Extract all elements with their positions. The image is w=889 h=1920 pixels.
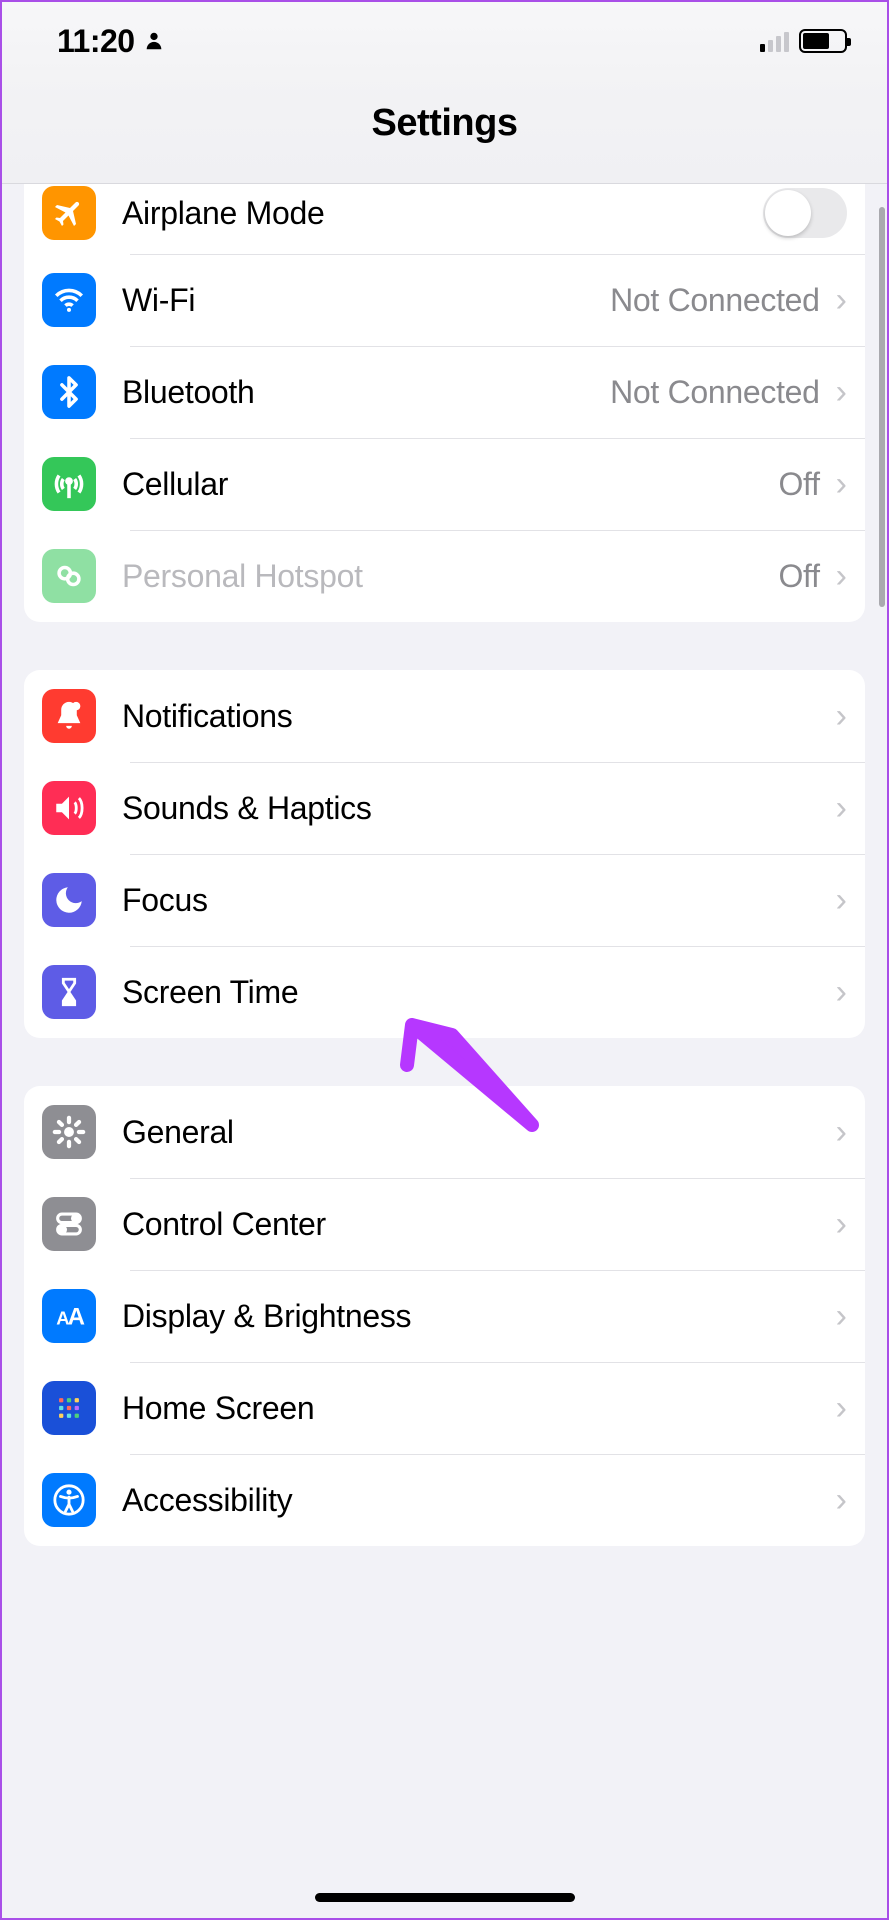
row-display-brightness[interactable]: AA Display & Brightness › (24, 1270, 865, 1362)
group-alerts: Notifications › Sounds & Haptics › Focus… (24, 670, 865, 1038)
group-general: General › Control Center › AA Display & … (24, 1086, 865, 1546)
row-label: Notifications (122, 698, 832, 735)
row-label: Wi-Fi (122, 282, 610, 319)
row-focus[interactable]: Focus › (24, 854, 865, 946)
row-home-screen[interactable]: Home Screen › (24, 1362, 865, 1454)
home-indicator[interactable] (315, 1893, 575, 1902)
page-title: Settings (2, 102, 887, 145)
controlcenter-icon (42, 1197, 96, 1251)
cellular-icon (42, 457, 96, 511)
status-left: 11:20 (57, 23, 165, 60)
chevron-icon: › (836, 789, 847, 828)
chevron-icon: › (836, 1297, 847, 1336)
row-value: Not Connected (610, 374, 820, 411)
row-sounds-haptics[interactable]: Sounds & Haptics › (24, 762, 865, 854)
row-label: Screen Time (122, 974, 832, 1011)
row-label: Sounds & Haptics (122, 790, 832, 827)
status-bar: 11:20 (2, 2, 887, 72)
row-label: Home Screen (122, 1390, 832, 1427)
notifications-icon (42, 689, 96, 743)
row-general[interactable]: General › (24, 1086, 865, 1178)
nav-header: Settings (2, 72, 887, 184)
status-time: 11:20 (57, 23, 135, 60)
scroll-indicator[interactable] (879, 207, 885, 607)
row-label: Display & Brightness (122, 1298, 832, 1335)
row-value: Off (778, 466, 819, 503)
chevron-icon: › (836, 1481, 847, 1520)
bluetooth-icon (42, 365, 96, 419)
row-label: General (122, 1114, 832, 1151)
chevron-icon: › (836, 697, 847, 736)
airplane-icon (42, 186, 96, 240)
row-label: Personal Hotspot (122, 558, 778, 595)
screentime-icon (42, 965, 96, 1019)
row-wifi[interactable]: Wi-Fi Not Connected › (24, 254, 865, 346)
svg-text:A: A (68, 1304, 85, 1331)
chevron-icon: › (836, 465, 847, 504)
signal-icon (760, 30, 789, 52)
row-value: Off (778, 558, 819, 595)
chevron-icon: › (836, 973, 847, 1012)
battery-icon (799, 29, 847, 53)
airplane-toggle[interactable] (763, 188, 847, 238)
row-label: Bluetooth (122, 374, 610, 411)
row-control-center[interactable]: Control Center › (24, 1178, 865, 1270)
chevron-icon: › (836, 557, 847, 596)
sounds-icon (42, 781, 96, 835)
chevron-icon: › (836, 373, 847, 412)
row-label: Control Center (122, 1206, 832, 1243)
chevron-icon: › (836, 281, 847, 320)
chevron-icon: › (836, 1113, 847, 1152)
row-airplane-mode[interactable]: Airplane Mode (24, 184, 865, 254)
row-personal-hotspot[interactable]: Personal Hotspot Off › (24, 530, 865, 622)
settings-content: Airplane Mode Wi-Fi Not Connected › Blue… (2, 184, 887, 1546)
row-cellular[interactable]: Cellular Off › (24, 438, 865, 530)
person-icon (143, 23, 165, 60)
hotspot-icon (42, 549, 96, 603)
row-label: Cellular (122, 466, 778, 503)
row-screen-time[interactable]: Screen Time › (24, 946, 865, 1038)
status-right (760, 29, 847, 53)
wifi-icon (42, 273, 96, 327)
general-icon (42, 1105, 96, 1159)
accessibility-icon (42, 1473, 96, 1527)
row-notifications[interactable]: Notifications › (24, 670, 865, 762)
chevron-icon: › (836, 881, 847, 920)
row-label: Focus (122, 882, 832, 919)
focus-icon (42, 873, 96, 927)
row-label: Accessibility (122, 1482, 832, 1519)
homescreen-icon (42, 1381, 96, 1435)
row-label: Airplane Mode (122, 195, 763, 232)
group-connectivity: Airplane Mode Wi-Fi Not Connected › Blue… (24, 184, 865, 622)
row-value: Not Connected (610, 282, 820, 319)
row-bluetooth[interactable]: Bluetooth Not Connected › (24, 346, 865, 438)
chevron-icon: › (836, 1205, 847, 1244)
chevron-icon: › (836, 1389, 847, 1428)
row-accessibility[interactable]: Accessibility › (24, 1454, 865, 1546)
display-icon: AA (42, 1289, 96, 1343)
